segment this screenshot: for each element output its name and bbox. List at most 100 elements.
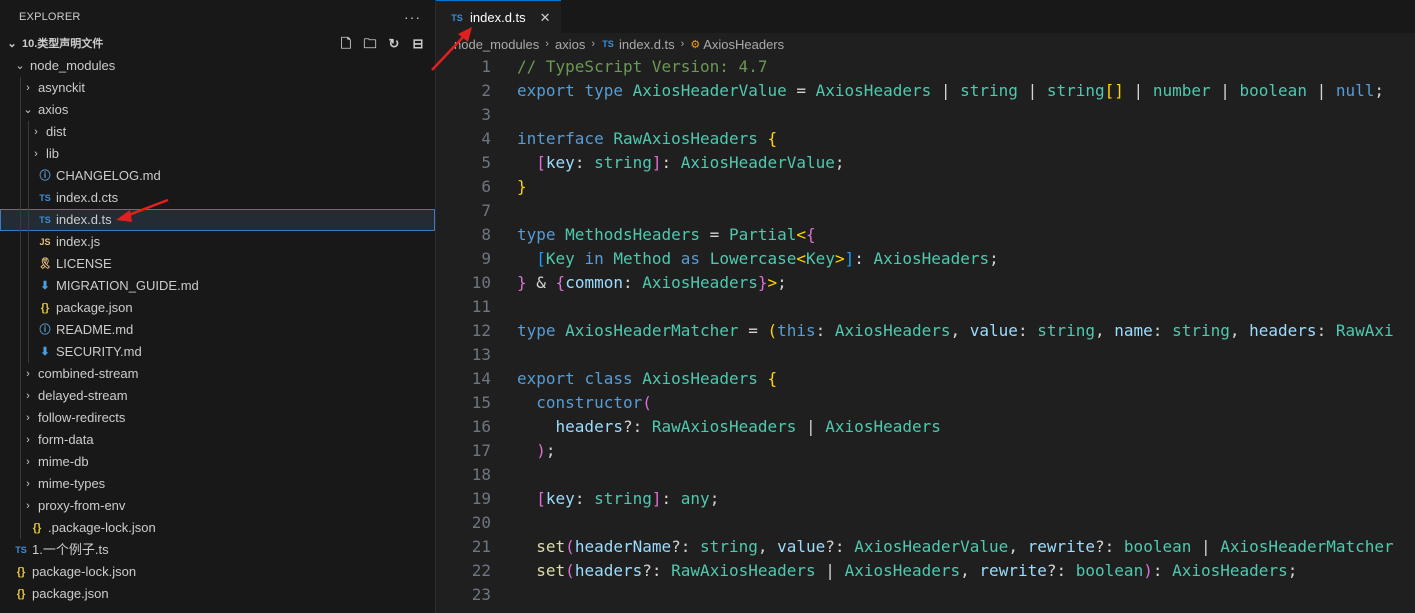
new-file-icon[interactable]: 🗋 (337, 33, 355, 55)
line-number: 14 (471, 369, 491, 388)
tree-item-label: mime-types (38, 476, 106, 491)
breadcrumb-item[interactable]: AxiosHeaders (703, 37, 784, 52)
chevron-right-icon: › (26, 412, 30, 424)
tree-item-label: asynckit (38, 80, 85, 95)
tree-folder-item[interactable]: › delayed-stream (0, 385, 435, 407)
new-folder-icon[interactable]: 🗀 (361, 33, 379, 55)
tree-item-label: index.d.ts (56, 212, 112, 227)
line-number: 6 (481, 177, 491, 196)
code-token: = (700, 225, 729, 244)
tree-folder-item[interactable]: › mime-db (0, 451, 435, 473)
line-number: 15 (471, 393, 491, 412)
file-tree: ⌄ 10.类型声明文件 🗋 🗀 ↻ ⊟ ⌄ node_modules › asynckit ⌄ axi… (0, 33, 435, 605)
code-token: key (545, 153, 575, 172)
markdown-icon: ⬇ (40, 346, 50, 358)
tree-file-item[interactable]: ⓘ README.md (0, 319, 435, 341)
collapse-all-icon[interactable]: ⊟ (409, 33, 427, 55)
tree-item-label: follow-redirects (38, 410, 126, 425)
line-number: 17 (471, 441, 491, 460)
code-token: | (931, 81, 961, 100)
tree-folder-item[interactable]: › mime-types (0, 473, 435, 495)
tree-folder-item[interactable]: › dist (0, 121, 435, 143)
chevron-down-icon: ⌄ (23, 104, 33, 116)
code-token: as (680, 249, 701, 268)
code-token: RawAxiosHeaders (671, 561, 816, 580)
line-number: 11 (471, 297, 491, 316)
code-line: 2 export type AxiosHeaderValue = AxiosHea… (436, 79, 1415, 103)
more-actions-icon[interactable]: ··· (404, 9, 421, 25)
code-line: 14 export class AxiosHeaders { (436, 367, 1415, 391)
code-text: [key: string]: AxiosHeaderValue; (517, 151, 844, 175)
breadcrumb-item[interactable]: axios (555, 37, 585, 52)
code-token: ?: (1095, 537, 1124, 556)
tree-item-label: index.js (56, 234, 101, 249)
code-token: boolean (1075, 561, 1144, 580)
code-editor[interactable]: 1 // TypeScript Version: 4.7 2 export type … (436, 55, 1415, 613)
code-text: [key: string]: any; (517, 487, 719, 511)
tree-file-item[interactable]: JS index.js (0, 231, 435, 253)
code-token: : (1152, 321, 1173, 340)
tree-file-item[interactable]: ⬇ MIGRATION_GUIDE.md (0, 275, 435, 297)
tree-file-item[interactable]: ⓘ CHANGELOG.md (0, 165, 435, 187)
code-token: in (584, 249, 604, 268)
ts-icon: TS (602, 39, 614, 49)
license-icon: 🎗 (38, 258, 52, 270)
tab-index-d-ts[interactable]: TS index.d.ts ✕ (436, 0, 561, 34)
line-number: 19 (471, 489, 491, 508)
code-token: type (517, 321, 556, 340)
code-token: set (536, 537, 566, 556)
refresh-icon[interactable]: ↻ (385, 33, 403, 55)
tree-folder-item[interactable]: › asynckit (0, 77, 435, 99)
code-token: [ (536, 249, 546, 268)
tree-file-item[interactable]: ⬇ SECURITY.md (0, 341, 435, 363)
code-token: AxiosHeaders (873, 249, 990, 268)
tree-file-item[interactable]: 🎗 LICENSE (0, 253, 435, 275)
tree-file-item[interactable]: {} package.json (0, 297, 435, 319)
code-token: string (594, 153, 652, 172)
code-token: : (1017, 321, 1038, 340)
code-token: ] (651, 489, 662, 508)
code-token: , (960, 561, 980, 580)
tree-folder-item[interactable]: › combined-stream (0, 363, 435, 385)
code-text: interface RawAxiosHeaders { (517, 127, 777, 151)
breadcrumb-item[interactable]: node_modules (454, 37, 539, 52)
tree-file-item[interactable]: TS 1.一个例子.ts (0, 539, 435, 561)
tree-item-label: lib (46, 146, 60, 161)
tree-file-item[interactable]: TS index.d.cts (0, 187, 435, 209)
code-token: ?: (622, 417, 652, 436)
line-number: 12 (471, 321, 491, 340)
tree-folder-item[interactable]: › lib (0, 143, 435, 165)
line-number: 5 (481, 153, 491, 172)
tree-item-label: 1.一个例子.ts (32, 542, 109, 557)
tree-file-item[interactable]: {} package-lock.json (0, 561, 435, 583)
code-text: set(headers?: RawAxiosHeaders | AxiosHea… (517, 559, 1297, 583)
tree-folder-item[interactable]: ⌄ axios (0, 99, 435, 121)
code-token: ; (1374, 81, 1385, 100)
breadcrumb-item[interactable]: index.d.ts (619, 37, 675, 52)
indent-guide (20, 187, 21, 209)
code-token: key (545, 489, 575, 508)
code-token: & (526, 273, 556, 292)
indent-guide (28, 143, 29, 165)
tree-folder-item[interactable]: › follow-redirects (0, 407, 435, 429)
code-token: ; (709, 489, 720, 508)
json-icon: {} (32, 522, 42, 534)
tree-folder-item[interactable]: › form-data (0, 429, 435, 451)
indent-guide (20, 143, 21, 165)
indent-guide (20, 363, 21, 385)
tree-file-item[interactable]: TS index.d.ts (0, 209, 435, 231)
chevron-down-icon: ⌄ (7, 38, 17, 50)
tree-folder-item[interactable]: ⌄ node_modules (0, 55, 435, 77)
close-icon[interactable]: ✕ (540, 10, 551, 26)
tree-folder-item[interactable]: ⌄ 10.类型声明文件 🗋 🗀 ↻ ⊟ (0, 33, 435, 55)
tree-item-label: LICENSE (56, 256, 112, 271)
code-token: : (661, 489, 681, 508)
tree-file-item[interactable]: {} package.json (0, 583, 435, 605)
tree-file-item[interactable]: {} .package-lock.json (0, 517, 435, 539)
tree-item-label: package.json (32, 586, 109, 601)
tree-folder-item[interactable]: › proxy-from-env (0, 495, 435, 517)
code-text: set(headerName?: string, value?: AxiosHe… (517, 535, 1393, 559)
code-token: | (1306, 81, 1336, 100)
